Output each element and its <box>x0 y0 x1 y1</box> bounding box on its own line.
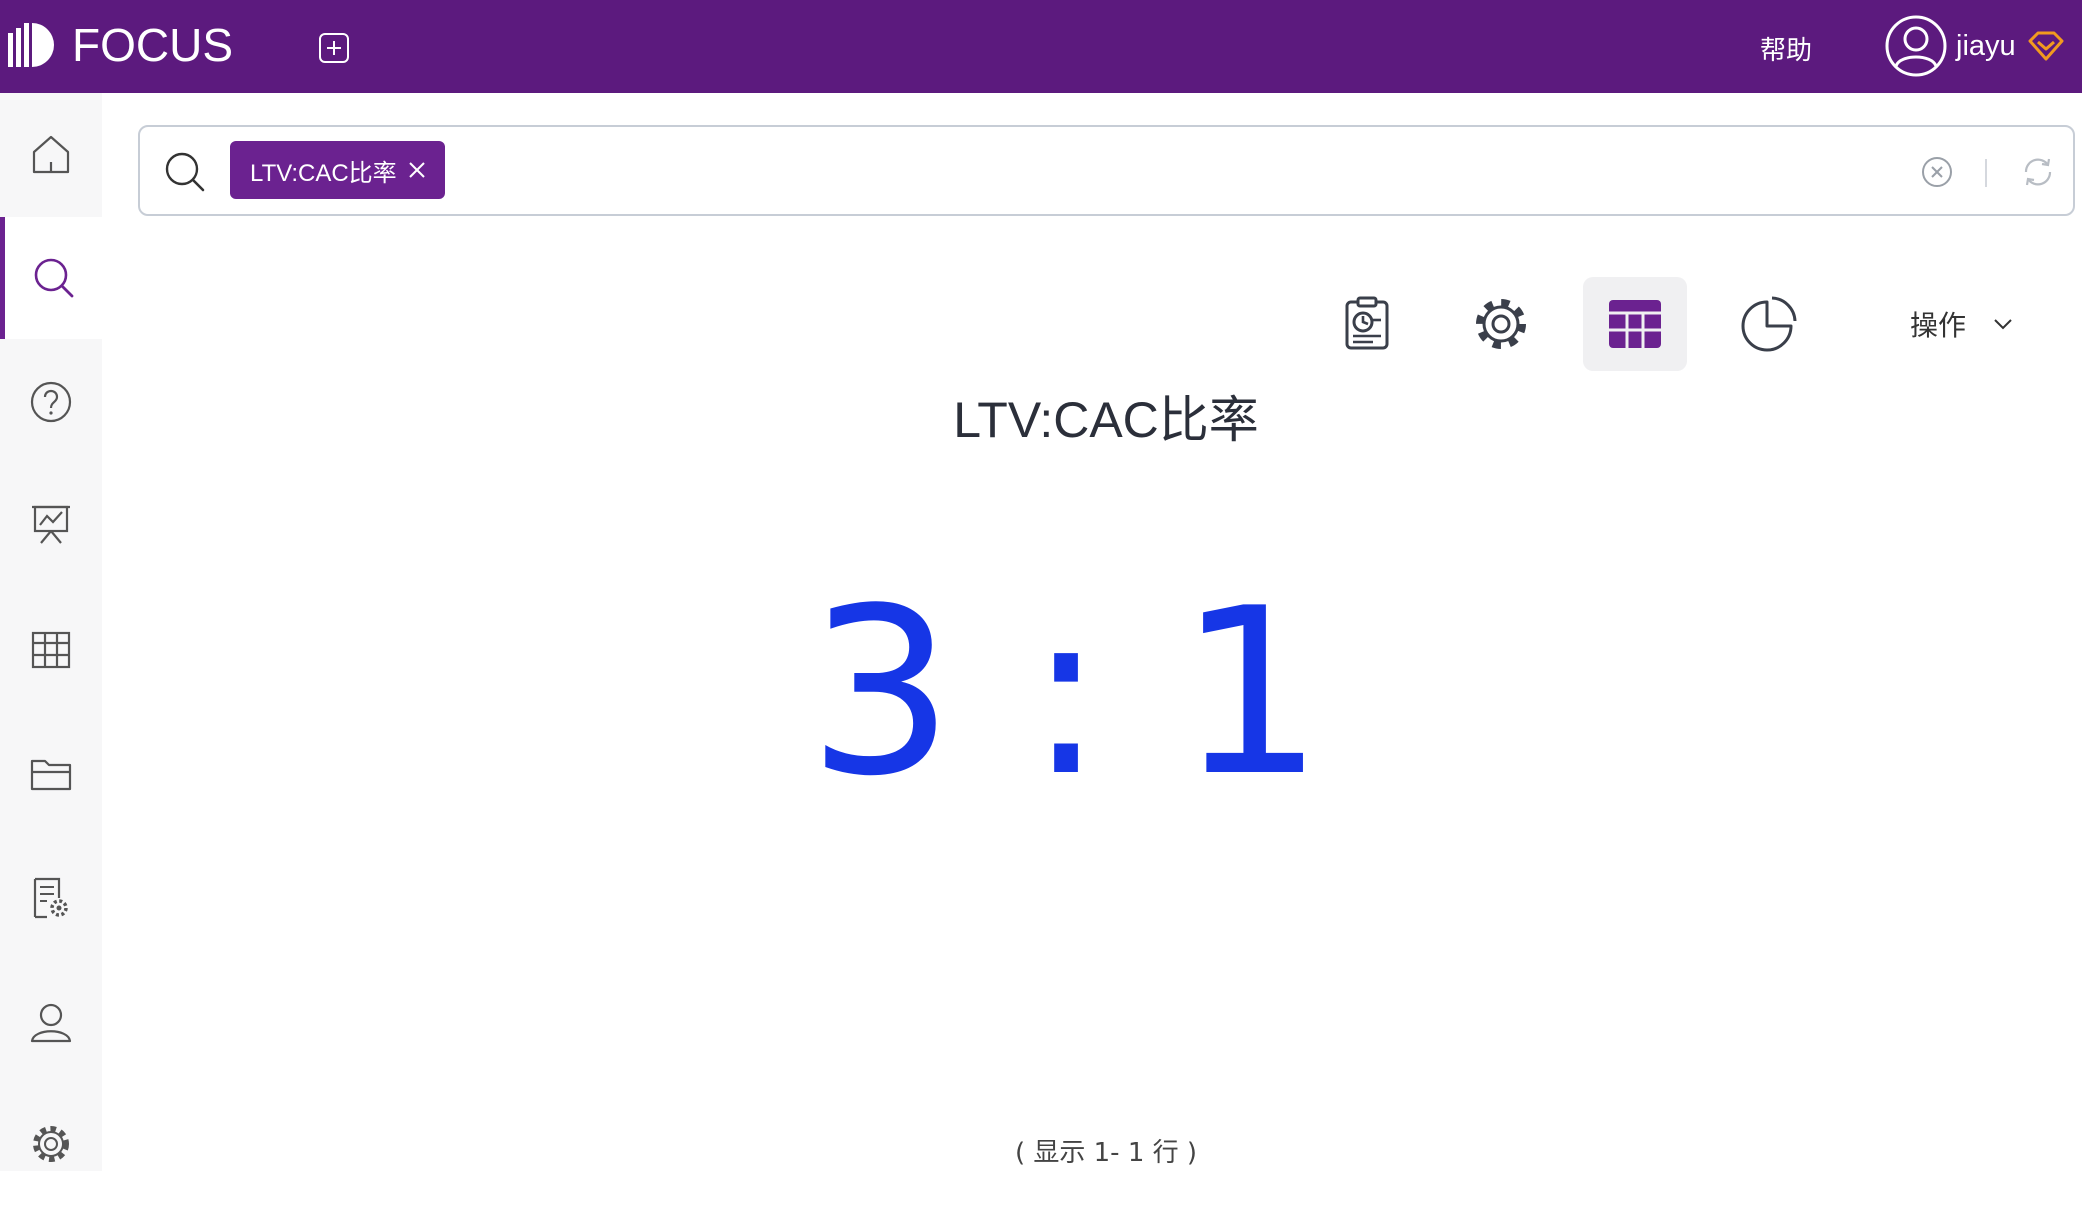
document-gear-icon <box>33 877 68 919</box>
gear-icon <box>1476 299 1526 349</box>
pie-chart-button[interactable] <box>1717 277 1821 371</box>
top-bar: FOCUS 帮助 jiayu <box>0 0 2082 93</box>
add-tab-icon[interactable] <box>318 32 350 64</box>
user-avatar-icon <box>1885 15 1947 77</box>
sidebar-item-user[interactable] <box>0 961 102 1083</box>
logo-icon <box>8 23 54 67</box>
search-token-label: LTV:CAC比率 <box>250 159 397 187</box>
operations-label: 操作 <box>1910 309 1967 342</box>
divider <box>1985 159 1987 187</box>
operations-dropdown[interactable]: 操作 <box>1910 304 2016 344</box>
sidebar-item-search[interactable] <box>0 217 102 339</box>
table-view-button[interactable] <box>1583 277 1687 371</box>
logo-text: FOCUS <box>72 19 233 71</box>
refresh-icon[interactable] <box>2020 154 2056 190</box>
settings-button[interactable] <box>1449 277 1553 371</box>
logo[interactable]: FOCUS <box>6 18 233 72</box>
username: jiayu <box>1956 29 2016 62</box>
search-icon[interactable] <box>162 149 208 195</box>
home-icon <box>32 135 70 174</box>
row-count-text: ( 显示 1- 1 行 ) <box>1014 1138 1198 1168</box>
clipboard-chart-button[interactable] <box>1315 277 1419 371</box>
chevron-down-icon <box>1994 319 2012 330</box>
user-icon <box>30 1003 72 1043</box>
sidebar-item-home[interactable] <box>0 93 102 215</box>
search-token-chip[interactable]: LTV:CAC比率 <box>230 141 445 199</box>
clear-search-icon[interactable] <box>1920 155 1954 189</box>
result-title: LTV:CAC比率 <box>953 392 1259 448</box>
table-icon <box>1609 300 1661 348</box>
vip-diamond-icon <box>2028 31 2064 61</box>
search-icon <box>34 258 73 298</box>
presentation-chart-icon <box>32 505 70 544</box>
search-bar[interactable]: LTV:CAC比率 <box>138 125 2075 216</box>
sidebar-item-report-settings[interactable] <box>0 837 102 959</box>
pie-chart-icon <box>1741 296 1797 352</box>
ratio-value: 3 : 1 <box>807 560 1325 827</box>
user-menu[interactable]: jiayu <box>1884 14 2064 78</box>
close-icon[interactable] <box>407 160 427 180</box>
clipboard-chart-icon <box>1345 296 1389 350</box>
help-link[interactable]: 帮助 <box>1760 30 1812 67</box>
